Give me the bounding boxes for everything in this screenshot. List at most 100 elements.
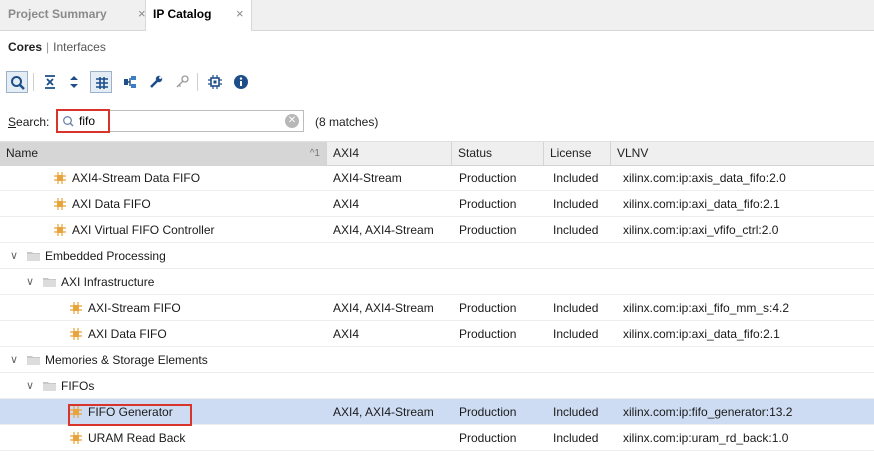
tree-ip-row[interactable]: AXI Data FIFO AXI4 Production Included xilin… bbox=[0, 191, 874, 217]
folder-icon bbox=[43, 278, 56, 287]
tab-label: IP Catalog bbox=[153, 7, 212, 21]
search-bar: Search: ✕ (8 matches) bbox=[0, 108, 874, 136]
status-cell: Production bbox=[459, 327, 517, 341]
folder-label: FIFOs bbox=[61, 379, 95, 393]
tree-ip-row[interactable]: URAM Read Back Production Included xilinx.c… bbox=[0, 425, 874, 451]
customize-ip-button[interactable] bbox=[145, 71, 167, 93]
status-cell: Production bbox=[459, 223, 517, 237]
vlnv-cell: xilinx.com:ip:uram_rd_back:1.0 bbox=[623, 431, 789, 445]
folder-icon bbox=[27, 356, 40, 365]
ip-core-icon bbox=[54, 172, 66, 184]
chevron-down-icon[interactable]: ∨ bbox=[26, 373, 34, 399]
expand-all-button[interactable] bbox=[63, 71, 85, 93]
expand-all-icon bbox=[70, 76, 78, 88]
search-icon bbox=[11, 76, 25, 90]
ip-core-icon bbox=[54, 224, 66, 236]
ip-details-button[interactable] bbox=[204, 71, 226, 93]
ip-name: AXI Data FIFO bbox=[88, 327, 167, 341]
close-icon[interactable]: × bbox=[236, 0, 244, 28]
column-header-vlnv[interactable]: VLNV bbox=[611, 142, 874, 165]
match-count: (8 matches) bbox=[315, 115, 379, 129]
tree-folder-row[interactable]: ∨ AXI Infrastructure bbox=[0, 269, 874, 295]
vlnv-cell: xilinx.com:ip:axi_data_fifo:2.1 bbox=[623, 327, 780, 341]
folder-label: AXI Infrastructure bbox=[61, 275, 155, 289]
toolbar-divider bbox=[197, 73, 198, 91]
catalog-view-switch: Cores | Interfaces bbox=[0, 31, 874, 63]
info-icon bbox=[234, 75, 248, 89]
ip-core-icon bbox=[54, 198, 66, 210]
separator: | bbox=[46, 40, 50, 54]
column-header-axi4[interactable]: AXI4 bbox=[327, 142, 452, 165]
ip-name: URAM Read Back bbox=[88, 431, 186, 445]
license-cell: Included bbox=[553, 223, 599, 237]
hierarchy-filter-icon bbox=[96, 77, 108, 89]
cores-link[interactable]: Cores bbox=[8, 40, 42, 54]
ip-name: AXI Data FIFO bbox=[72, 197, 151, 211]
editor-tab-bar: Project Summary × IP Catalog × bbox=[0, 0, 874, 31]
chip-icon bbox=[208, 75, 222, 89]
status-cell: Production bbox=[459, 431, 517, 445]
chevron-down-icon[interactable]: ∨ bbox=[10, 243, 18, 269]
ip-core-icon bbox=[70, 302, 82, 314]
folder-label: Memories & Storage Elements bbox=[45, 353, 208, 367]
license-cell: Included bbox=[553, 327, 599, 341]
connect-button[interactable] bbox=[119, 71, 141, 93]
axi4-cell: AXI4, AXI4-Stream bbox=[333, 223, 434, 237]
wrench-icon bbox=[150, 75, 163, 88]
folder-label: Embedded Processing bbox=[45, 249, 166, 263]
column-header-status[interactable]: Status bbox=[452, 142, 544, 165]
collapse-all-icon bbox=[45, 75, 55, 89]
key-icon bbox=[176, 75, 189, 88]
axi4-cell: AXI4 bbox=[333, 197, 360, 211]
tab-ip-catalog[interactable]: IP Catalog × bbox=[145, 0, 252, 31]
hierarchy-filter-button[interactable] bbox=[90, 71, 112, 93]
tree-ip-row[interactable]: AXI4-Stream Data FIFO AXI4-Stream Producti… bbox=[0, 165, 874, 191]
license-cell: Included bbox=[553, 301, 599, 315]
axi4-cell: AXI4, AXI4-Stream bbox=[333, 405, 434, 419]
status-cell: Production bbox=[459, 301, 517, 315]
tab-project-summary[interactable]: Project Summary × bbox=[8, 0, 148, 30]
vlnv-cell: xilinx.com:ip:axi_fifo_mm_s:4.2 bbox=[623, 301, 790, 315]
tree-ip-row[interactable]: AXI-Stream FIFO AXI4, AXI4-Stream Producti… bbox=[0, 295, 874, 321]
vlnv-cell: xilinx.com:ip:axi_data_fifo:2.1 bbox=[623, 197, 780, 211]
catalog-toolbar bbox=[0, 64, 874, 102]
vlnv-cell: xilinx.com:ip:axi_vfifo_ctrl:2.0 bbox=[623, 223, 779, 237]
fifo-generator-highlight-box bbox=[68, 404, 192, 426]
interfaces-link[interactable]: Interfaces bbox=[53, 40, 106, 54]
sort-indicator: ^1 bbox=[309, 148, 320, 159]
clear-icon[interactable]: ✕ bbox=[285, 114, 299, 128]
collapse-all-button[interactable] bbox=[39, 71, 61, 93]
status-cell: Production bbox=[459, 405, 517, 419]
status-cell: Production bbox=[459, 171, 517, 185]
license-cell: Included bbox=[553, 405, 599, 419]
tree-folder-row[interactable]: ∨ Memories & Storage Elements bbox=[0, 347, 874, 373]
folder-icon bbox=[27, 252, 40, 261]
search-button[interactable] bbox=[6, 71, 28, 93]
tree-ip-row[interactable]: AXI Virtual FIFO Controller AXI4, AXI4-St… bbox=[0, 217, 874, 243]
tree-ip-row[interactable]: AXI Data FIFO AXI4 Production Included xilin… bbox=[0, 321, 874, 347]
toolbar-divider bbox=[33, 73, 34, 91]
axi4-cell: AXI4 bbox=[333, 327, 360, 341]
license-button[interactable] bbox=[171, 71, 193, 93]
chevron-down-icon[interactable]: ∨ bbox=[10, 347, 18, 373]
license-cell: Included bbox=[553, 431, 599, 445]
search-label: Search: bbox=[8, 115, 50, 129]
vlnv-cell: xilinx.com:ip:axis_data_fifo:2.0 bbox=[623, 171, 786, 185]
axi4-cell: AXI4-Stream bbox=[333, 171, 402, 185]
column-header-name[interactable]: Name ^1 bbox=[0, 142, 327, 165]
status-cell: Production bbox=[459, 197, 517, 211]
ip-core-icon bbox=[70, 432, 82, 444]
license-cell: Included bbox=[553, 171, 599, 185]
folder-icon bbox=[43, 382, 56, 391]
tree-folder-row[interactable]: ∨ Embedded Processing bbox=[0, 243, 874, 269]
tree-folder-row[interactable]: ∨ FIFOs bbox=[0, 373, 874, 399]
ip-name: AXI-Stream FIFO bbox=[88, 301, 181, 315]
chevron-down-icon[interactable]: ∨ bbox=[26, 269, 34, 295]
info-button[interactable] bbox=[230, 71, 252, 93]
column-header-license[interactable]: License bbox=[544, 142, 611, 165]
connect-icon bbox=[124, 76, 136, 88]
axi4-cell: AXI4, AXI4-Stream bbox=[333, 301, 434, 315]
license-cell: Included bbox=[553, 197, 599, 211]
ip-name: AXI4-Stream Data FIFO bbox=[72, 171, 201, 185]
table-header: Name ^1 AXI4 Status License VLNV bbox=[0, 141, 874, 166]
